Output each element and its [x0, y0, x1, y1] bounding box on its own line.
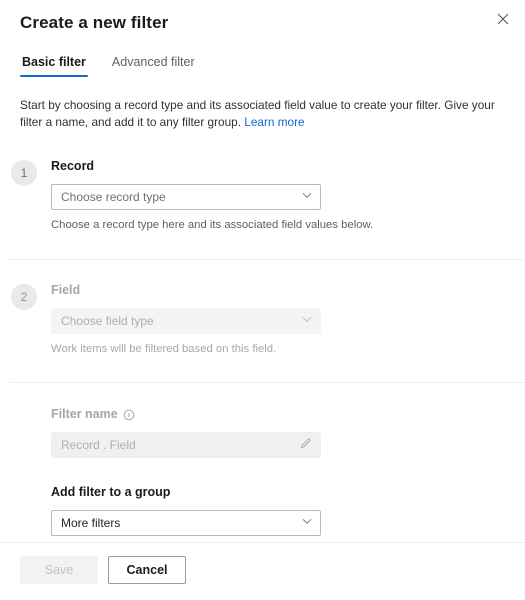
filter-name-input-placeholder: Record . Field: [61, 438, 136, 452]
tab-advanced-filter-label: Advanced filter: [111, 55, 195, 69]
record-helper-text: Choose a record type here and its associ…: [51, 219, 374, 231]
info-icon[interactable]: [123, 408, 136, 421]
tab-list: Basic filter Advanced filter: [0, 50, 525, 79]
cancel-button[interactable]: Cancel: [108, 556, 186, 584]
step-number-badge-1: 1: [11, 160, 37, 186]
filter-group-dropdown[interactable]: More filters: [51, 510, 321, 536]
tab-basic-filter-label: Basic filter: [22, 55, 86, 69]
field-label: Field: [51, 282, 505, 299]
tab-advanced-filter[interactable]: Advanced filter: [110, 50, 197, 79]
learn-more-link[interactable]: Learn more: [244, 115, 304, 129]
close-icon: [497, 13, 509, 25]
step-number-badge-2: 2: [11, 284, 37, 310]
filter-name-label: Filter name: [51, 406, 505, 423]
record-label: Record: [51, 158, 505, 175]
divider-record-field: [10, 259, 525, 260]
filter-name-label-text: Filter name: [51, 407, 118, 421]
divider-field-name: [10, 382, 525, 383]
chevron-down-icon: [301, 312, 313, 330]
step-record-content: Record Choose record type Choose a recor…: [51, 158, 505, 233]
record-label-text: Record: [51, 159, 95, 173]
field-helper-text: Work items will be filtered based on thi…: [51, 343, 277, 355]
chevron-down-icon: [301, 188, 313, 206]
dialog-body: Start by choosing a record type and its …: [0, 79, 525, 542]
save-button: Save: [20, 556, 98, 584]
create-filter-dialog: Create a new filter Basic filter Advance…: [0, 0, 525, 600]
record-type-dropdown[interactable]: Choose record type: [51, 184, 321, 210]
record-type-dropdown-value: Choose record type: [61, 190, 166, 204]
dialog-footer: Save Cancel: [0, 543, 525, 600]
step-record: 1 Record Choose record type Choose a rec…: [11, 158, 505, 233]
field-label-text: Field: [51, 283, 81, 297]
step-field-content: Field Choose field type Work items will …: [51, 282, 505, 357]
footer-button-group: Save Cancel: [20, 556, 505, 584]
dialog-header: Create a new filter: [0, 0, 525, 34]
pencil-icon[interactable]: [299, 436, 313, 455]
field-type-dropdown: Choose field type: [51, 308, 321, 334]
chevron-down-icon: [301, 514, 313, 532]
intro-text: Start by choosing a record type and its …: [20, 97, 498, 131]
filter-name-section: Filter name Record . Field: [51, 406, 505, 458]
filter-name-input[interactable]: Record . Field: [51, 432, 321, 458]
filter-group-section: Add filter to a group More filters: [51, 484, 505, 536]
close-button[interactable]: [489, 5, 517, 33]
page-title: Create a new filter: [20, 13, 169, 32]
tab-basic-filter[interactable]: Basic filter: [20, 50, 88, 79]
step-field: 2 Field Choose field type Work items wil…: [11, 282, 505, 357]
filter-group-label: Add filter to a group: [51, 485, 171, 499]
filter-group-dropdown-value: More filters: [61, 516, 121, 530]
field-type-dropdown-value: Choose field type: [61, 314, 154, 328]
